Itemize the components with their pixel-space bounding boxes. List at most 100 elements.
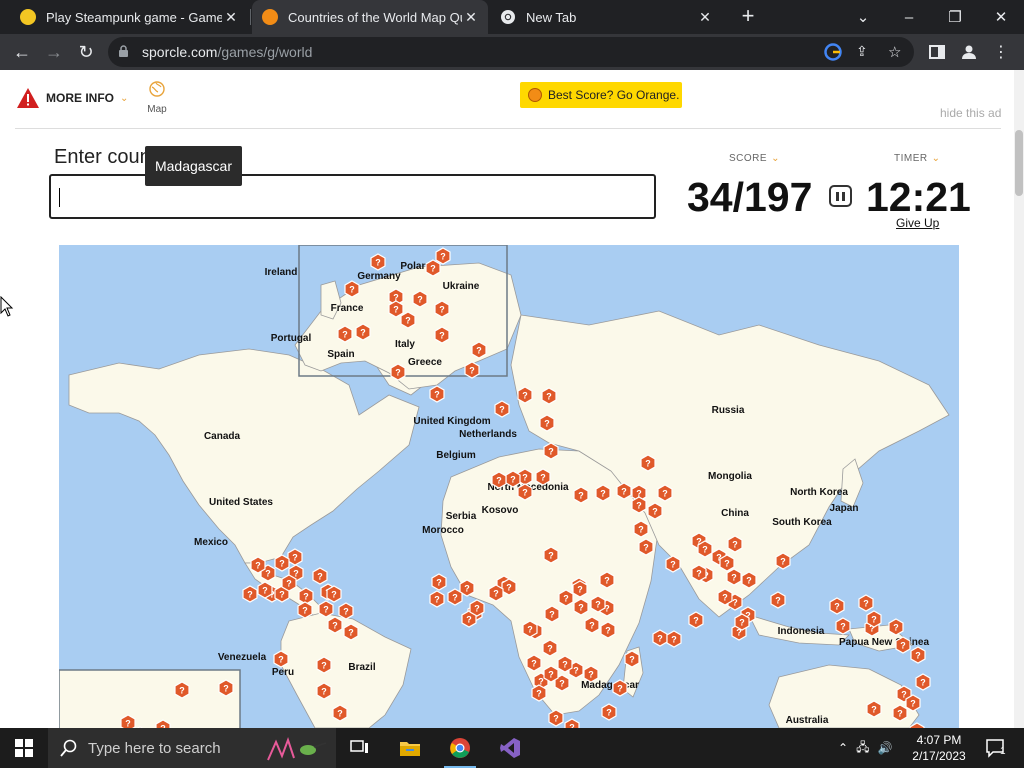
new-tab-button[interactable]: + (736, 5, 760, 29)
country-question-marker[interactable]: ? (517, 483, 533, 501)
country-question-marker[interactable]: ? (829, 597, 845, 615)
country-question-marker[interactable]: ? (526, 654, 542, 672)
address-bar[interactable]: sporcle.com/games/g/world ⇪ ☆ (108, 37, 914, 67)
hide-ad-link[interactable]: hide this ad (940, 106, 1001, 120)
country-question-marker[interactable]: ? (666, 630, 682, 648)
taskbar-search-box[interactable]: Type here to search (48, 728, 336, 768)
country-question-marker[interactable]: ? (638, 538, 654, 556)
country-question-marker[interactable]: ? (584, 616, 600, 634)
country-question-marker[interactable]: ? (501, 578, 517, 596)
restore-button[interactable]: ❐ (932, 0, 978, 34)
country-question-marker[interactable]: ? (600, 621, 616, 639)
country-question-marker[interactable]: ? (640, 454, 656, 472)
country-question-marker[interactable]: ? (431, 573, 447, 591)
country-question-marker[interactable]: ? (298, 587, 314, 605)
country-question-marker[interactable]: ? (355, 323, 371, 341)
country-question-marker[interactable]: ? (616, 482, 632, 500)
minimize-button[interactable]: – (886, 0, 932, 34)
country-question-marker[interactable]: ? (434, 300, 450, 318)
country-question-marker[interactable]: ? (491, 471, 507, 489)
country-question-marker[interactable]: ? (858, 594, 874, 612)
country-question-marker[interactable]: ? (542, 639, 558, 657)
file-explorer-button[interactable] (386, 728, 434, 768)
country-question-marker[interactable]: ? (281, 574, 297, 592)
country-question-marker[interactable]: ? (471, 341, 487, 359)
country-question-marker[interactable]: ? (633, 520, 649, 538)
country-question-marker[interactable]: ? (338, 602, 354, 620)
country-question-marker[interactable]: ? (250, 556, 266, 574)
country-question-marker[interactable]: ? (770, 591, 786, 609)
country-question-marker[interactable]: ? (429, 385, 445, 403)
country-question-marker[interactable]: ? (435, 247, 451, 265)
country-question-marker[interactable]: ? (544, 605, 560, 623)
country-question-marker[interactable]: ? (287, 548, 303, 566)
country-question-marker[interactable]: ? (543, 546, 559, 564)
country-question-marker[interactable]: ? (557, 655, 573, 673)
country-question-marker[interactable]: ? (505, 470, 521, 488)
country-question-marker[interactable]: ? (647, 502, 663, 520)
country-question-marker[interactable]: ? (573, 486, 589, 504)
volume-icon[interactable]: 🔊 (877, 741, 892, 755)
country-question-marker[interactable]: ? (888, 618, 904, 636)
country-question-marker[interactable]: ? (691, 564, 707, 582)
world-map-svg[interactable]: Ireland GermanyPolandUkraineFrancePortuga… (59, 245, 959, 728)
country-question-marker[interactable]: ? (734, 613, 750, 631)
country-question-marker[interactable]: ? (539, 414, 555, 432)
taskbar-clock[interactable]: 4:07 PM 2/17/2023 (908, 732, 970, 764)
country-question-marker[interactable]: ? (218, 679, 234, 697)
map-nav-link[interactable]: Map (146, 81, 168, 115)
country-question-marker[interactable]: ? (318, 600, 334, 618)
page-scrollbar[interactable] (1014, 70, 1024, 728)
reload-icon[interactable]: ↻ (74, 40, 98, 64)
country-question-marker[interactable]: ? (488, 584, 504, 602)
country-question-marker[interactable]: ? (866, 610, 882, 628)
country-question-marker[interactable]: ? (573, 598, 589, 616)
close-tab-icon[interactable]: ✕ (462, 8, 480, 26)
country-question-marker[interactable]: ? (543, 442, 559, 460)
country-question-marker[interactable]: ? (400, 311, 416, 329)
country-question-marker[interactable]: ? (548, 709, 564, 727)
bookmark-star-icon[interactable]: ☆ (888, 43, 906, 61)
country-question-marker[interactable]: ? (599, 571, 615, 589)
country-question-marker[interactable]: ? (665, 555, 681, 573)
best-score-banner[interactable]: Best Score? Go Orange. (520, 82, 682, 108)
back-arrow-icon[interactable]: ← (10, 40, 34, 64)
share-icon[interactable]: ⇪ (856, 43, 874, 61)
country-question-marker[interactable]: ? (425, 259, 441, 277)
country-question-marker[interactable]: ? (905, 694, 921, 712)
score-label[interactable]: SCORE ⌄ (729, 153, 780, 164)
country-question-marker[interactable]: ? (434, 326, 450, 344)
country-question-marker[interactable]: ? (344, 280, 360, 298)
country-question-marker[interactable]: ? (337, 325, 353, 343)
country-question-marker[interactable]: ? (543, 665, 559, 683)
country-question-marker[interactable]: ? (895, 636, 911, 654)
country-question-marker[interactable]: ? (583, 665, 599, 683)
country-question-marker[interactable]: ? (741, 571, 757, 589)
country-question-marker[interactable]: ? (652, 629, 668, 647)
profile-avatar-icon[interactable] (958, 41, 980, 63)
country-question-marker[interactable]: ? (612, 679, 628, 697)
tab-world-map-quiz[interactable]: Countries of the World Map Quiz ✕ (252, 0, 488, 34)
country-question-marker[interactable]: ? (429, 590, 445, 608)
country-question-marker[interactable]: ? (242, 585, 258, 603)
country-question-marker[interactable]: ? (915, 673, 931, 691)
country-question-marker[interactable]: ? (332, 704, 348, 722)
country-question-marker[interactable]: ? (892, 704, 908, 722)
kebab-menu-icon[interactable]: ⋮ (990, 41, 1012, 63)
country-question-marker[interactable]: ? (343, 623, 359, 641)
country-question-marker[interactable]: ? (327, 616, 343, 634)
task-view-button[interactable] (336, 728, 384, 768)
visual-studio-button[interactable] (486, 728, 534, 768)
country-question-marker[interactable]: ? (866, 700, 882, 718)
country-question-marker[interactable]: ? (522, 620, 538, 638)
country-question-marker[interactable]: ? (326, 585, 342, 603)
country-question-marker[interactable]: ? (312, 567, 328, 585)
side-panel-icon[interactable] (926, 41, 948, 63)
country-question-marker[interactable]: ? (412, 290, 428, 308)
chrome-taskbar-button[interactable] (436, 728, 484, 768)
country-question-marker[interactable]: ? (727, 535, 743, 553)
country-question-marker[interactable]: ? (297, 601, 313, 619)
country-question-marker[interactable]: ? (316, 682, 332, 700)
give-up-link[interactable]: Give Up (896, 216, 939, 230)
country-question-marker[interactable]: ? (726, 568, 742, 586)
